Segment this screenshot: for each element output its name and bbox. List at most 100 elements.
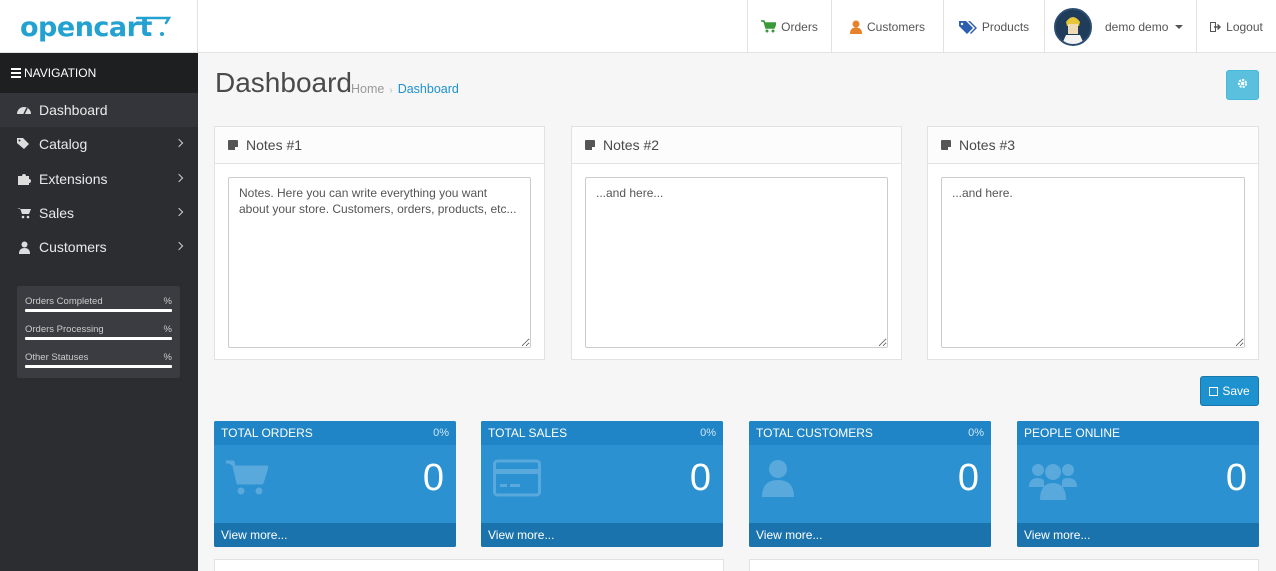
bottom-panel-right bbox=[749, 559, 1259, 571]
notes-textarea-3[interactable]: ...and here. bbox=[941, 177, 1245, 348]
user-icon bbox=[761, 459, 795, 502]
header-orders-link[interactable]: Orders bbox=[747, 0, 831, 53]
settings-button[interactable] bbox=[1226, 70, 1259, 100]
notes-panel-heading: Notes #2 bbox=[572, 127, 901, 164]
tile-body: 0 bbox=[1017, 445, 1259, 523]
sidebar-item-sales[interactable]: Sales bbox=[0, 196, 198, 230]
notes-panel-3: Notes #3 ...and here. bbox=[927, 126, 1259, 360]
tags-icon bbox=[958, 20, 977, 34]
sticky-note-icon bbox=[941, 140, 951, 150]
breadcrumb: Home › Dashboard bbox=[351, 82, 459, 96]
stat-label: Other Statuses bbox=[25, 352, 89, 363]
sticky-note-icon bbox=[228, 140, 238, 150]
notes-panel-heading: Notes #1 bbox=[215, 127, 544, 164]
tile-percent: 0% bbox=[700, 427, 716, 439]
tile-total-customers: TOTAL CUSTOMERS 0% 0 View more... bbox=[749, 421, 991, 547]
page-title: Dashboard bbox=[215, 67, 352, 98]
tile-body: 0 bbox=[749, 445, 991, 523]
tile-body: 0 bbox=[214, 445, 456, 523]
logout-link[interactable]: Logout bbox=[1196, 0, 1276, 53]
navigation-header[interactable]: NAVIGATION bbox=[0, 53, 198, 93]
tile-percent: 0% bbox=[968, 427, 984, 439]
chevron-right-icon bbox=[174, 173, 184, 182]
tile-heading: PEOPLE ONLINE bbox=[1017, 421, 1259, 445]
tile-value: 0 bbox=[689, 457, 711, 499]
tile-title: TOTAL ORDERS bbox=[221, 426, 313, 440]
user-icon bbox=[849, 20, 862, 34]
cart-icon bbox=[17, 206, 31, 220]
sidebar-item-label: Catalog bbox=[39, 136, 88, 153]
header-customers-link[interactable]: Customers bbox=[831, 0, 943, 53]
menu-icon bbox=[11, 66, 21, 80]
chevron-right-icon bbox=[174, 207, 184, 217]
tile-title: TOTAL CUSTOMERS bbox=[756, 426, 873, 440]
breadcrumb-separator: › bbox=[389, 85, 393, 96]
save-button[interactable]: Save bbox=[1200, 376, 1259, 406]
stat-percent: % bbox=[163, 324, 172, 335]
stat-percent: % bbox=[163, 296, 172, 307]
stat-orders-processing: Orders Processing % bbox=[25, 322, 172, 350]
view-more-link[interactable]: View more... bbox=[481, 523, 723, 547]
sidebar-item-customers[interactable]: Customers bbox=[0, 230, 198, 264]
chevron-right-icon bbox=[174, 139, 184, 148]
sidebar: NAVIGATION Dashboard Catalog Extensions … bbox=[0, 53, 198, 571]
notes-title: Notes #2 bbox=[603, 137, 660, 153]
progress-bar bbox=[25, 309, 172, 312]
tile-total-sales: TOTAL SALES 0% 0 View more... bbox=[481, 421, 723, 547]
tags-icon bbox=[17, 137, 31, 151]
logo-text: opencart bbox=[20, 12, 152, 43]
header-products-label: Products bbox=[981, 19, 1030, 34]
sidebar-item-extensions[interactable]: Extensions bbox=[0, 162, 198, 196]
dashboard-icon bbox=[17, 103, 31, 117]
order-stats-box: Orders Completed % Orders Processing % O… bbox=[17, 286, 180, 378]
sidebar-item-catalog[interactable]: Catalog bbox=[0, 127, 198, 161]
stat-label: Orders Completed bbox=[25, 296, 103, 307]
shopping-cart-icon bbox=[226, 459, 269, 500]
tile-heading: TOTAL SALES 0% bbox=[481, 421, 723, 445]
user-icon bbox=[17, 240, 31, 254]
stat-percent: % bbox=[163, 352, 172, 363]
notes-textarea-2[interactable]: ...and here... bbox=[585, 177, 888, 348]
notes-textarea-1[interactable]: Notes. Here you can write everything you… bbox=[228, 177, 531, 348]
tile-value: 0 bbox=[422, 457, 444, 499]
header-products-link[interactable]: Products bbox=[943, 0, 1044, 53]
floppy-icon bbox=[1209, 386, 1219, 396]
sidebar-item-dashboard[interactable]: Dashboard bbox=[0, 93, 198, 128]
tile-body: 0 bbox=[481, 445, 723, 523]
gear-icon bbox=[1237, 78, 1248, 92]
tile-heading: TOTAL ORDERS 0% bbox=[214, 421, 456, 445]
puzzle-icon bbox=[17, 172, 31, 186]
sticky-note-icon bbox=[585, 140, 595, 150]
view-more-link[interactable]: View more... bbox=[214, 523, 456, 547]
top-header: opencart Orders Customers Products demo … bbox=[0, 0, 1276, 53]
save-label: Save bbox=[1222, 384, 1250, 398]
header-customers-label: Customers bbox=[866, 19, 925, 34]
sign-out-icon bbox=[1210, 21, 1222, 32]
logo[interactable]: opencart bbox=[0, 0, 198, 53]
user-menu[interactable]: demo demo bbox=[1044, 0, 1196, 53]
progress-bar bbox=[25, 337, 172, 340]
avatar bbox=[1054, 7, 1092, 46]
breadcrumb-current-link[interactable]: Dashboard bbox=[398, 82, 459, 96]
tile-percent: 0% bbox=[433, 427, 449, 439]
cart-swoosh-icon bbox=[136, 16, 172, 36]
view-more-link[interactable]: View more... bbox=[1017, 523, 1259, 547]
users-icon bbox=[1029, 459, 1077, 504]
tile-title: TOTAL SALES bbox=[488, 426, 568, 440]
bottom-panel-left bbox=[214, 559, 724, 571]
stat-label: Orders Processing bbox=[25, 324, 104, 335]
breadcrumb-home-link[interactable]: Home bbox=[351, 82, 384, 96]
tile-title: PEOPLE ONLINE bbox=[1024, 426, 1121, 440]
notes-title: Notes #3 bbox=[959, 137, 1016, 153]
cart-icon bbox=[761, 20, 777, 33]
sidebar-item-label: Sales bbox=[39, 205, 75, 222]
tile-people-online: PEOPLE ONLINE 0 View more... bbox=[1017, 421, 1259, 547]
notes-title: Notes #1 bbox=[246, 137, 303, 153]
credit-card-icon bbox=[493, 459, 541, 500]
tile-value: 0 bbox=[1225, 457, 1247, 499]
tile-value: 0 bbox=[957, 457, 979, 499]
sidebar-item-label: Extensions bbox=[39, 170, 108, 187]
view-more-link[interactable]: View more... bbox=[749, 523, 991, 547]
chevron-right-icon bbox=[174, 241, 184, 251]
progress-bar bbox=[25, 365, 172, 368]
